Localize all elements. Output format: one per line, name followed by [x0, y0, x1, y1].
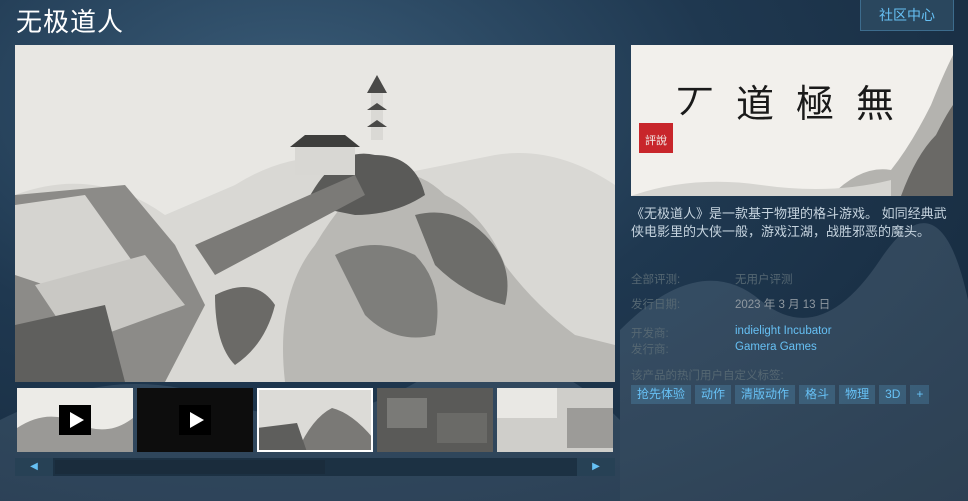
tag-fighting[interactable]: 格斗	[799, 385, 836, 404]
svg-text:極: 極	[796, 82, 834, 126]
add-tag-button[interactable]: +	[910, 385, 930, 404]
svg-text:無: 無	[856, 82, 894, 126]
svg-text:道: 道	[736, 82, 774, 126]
mountain-temple-illustration	[15, 45, 615, 382]
game-description: 《无极道人》是一款基于物理的格斗游戏。 如同经典武侠电影里的大侠一般，游戏江湖，…	[631, 206, 947, 239]
publisher-link[interactable]: Gamera Games	[735, 341, 817, 353]
publisher-label: 发行商:	[631, 344, 669, 356]
scroll-left-arrow-icon[interactable]: ◀	[15, 458, 53, 476]
tag-list: 抢先体验 动作 清版动作 格斗 物理 3D +	[631, 385, 930, 404]
developer-label: 开发商:	[631, 328, 669, 340]
thumbnail-scrollbar[interactable]: ◀ ▶	[15, 458, 615, 476]
tag-3d[interactable]: 3D	[879, 385, 907, 404]
tag-early-access[interactable]: 抢先体验	[631, 385, 692, 404]
release-date-label: 发行日期:	[631, 299, 681, 311]
page-title: 无极道人	[16, 7, 125, 37]
scroll-right-arrow-icon[interactable]: ▶	[577, 458, 615, 476]
thumbnail-video-1[interactable]	[17, 388, 133, 452]
capsule-image: 丆 道 極 無 評說	[631, 45, 953, 196]
thumbnail-video-2[interactable]	[137, 388, 253, 452]
play-icon	[179, 405, 211, 435]
thumbnail-screenshot-2[interactable]	[377, 388, 493, 452]
reviews-label: 全部评测:	[631, 274, 681, 286]
release-date-value: 2023 年 3 月 13 日	[735, 299, 831, 311]
svg-text:丆: 丆	[676, 82, 714, 126]
tag-beat-em-up[interactable]: 清版动作	[735, 385, 796, 404]
svg-text:評說: 評說	[645, 133, 667, 147]
developer-link[interactable]: indielight Incubator	[735, 325, 832, 337]
tags-label: 该产品的热门用户自定义标签:	[631, 370, 784, 382]
capsule-artwork: 丆 道 極 無 評說	[631, 45, 953, 196]
scrollbar-handle[interactable]	[55, 460, 325, 474]
main-screenshot[interactable]	[15, 45, 615, 382]
tag-physics[interactable]: 物理	[839, 385, 876, 404]
play-icon	[59, 405, 91, 435]
reviews-value: 无用户评测	[735, 274, 793, 286]
thumbnail-strip	[15, 386, 615, 456]
thumbnail-screenshot-selected[interactable]	[257, 388, 373, 452]
thumbnail-screenshot-3[interactable]	[497, 388, 613, 452]
game-info-panel: 丆 道 極 無 評說 《无极道人》是一款基于物理的格斗游戏。 如同经典武侠电影里…	[631, 45, 953, 404]
tag-action[interactable]: 动作	[695, 385, 732, 404]
community-hub-button[interactable]: 社区中心	[860, 0, 954, 31]
